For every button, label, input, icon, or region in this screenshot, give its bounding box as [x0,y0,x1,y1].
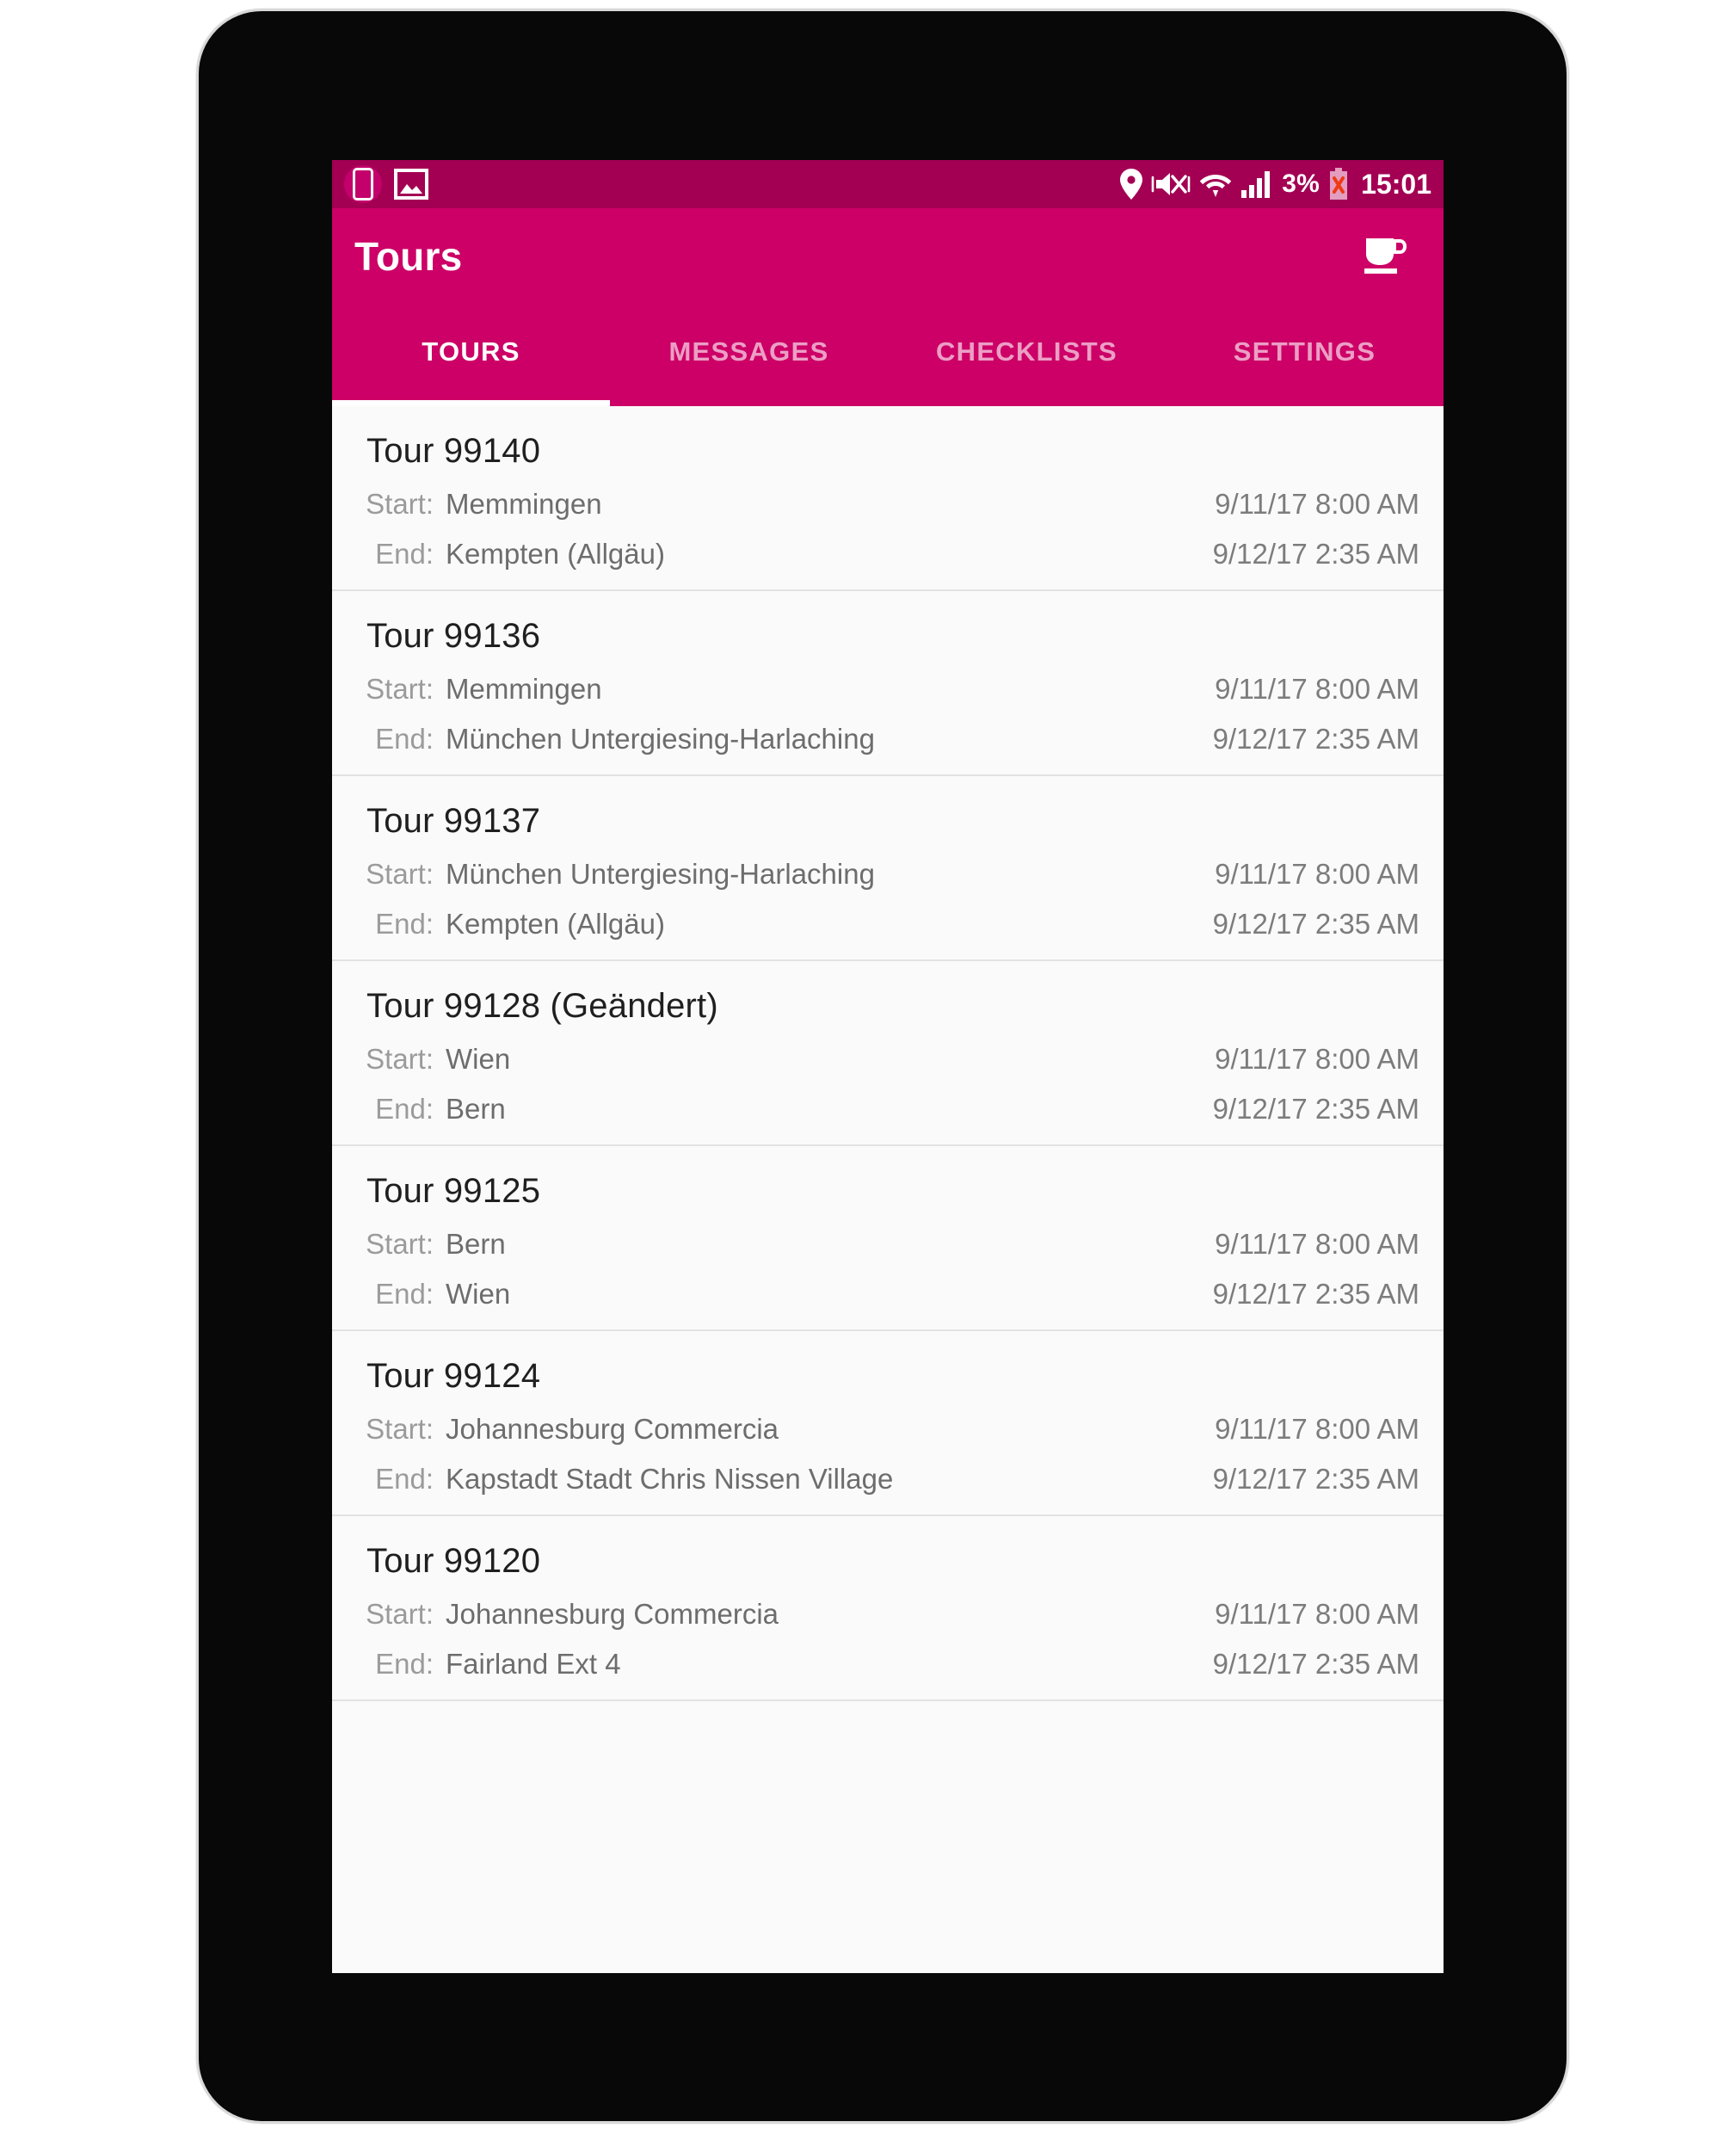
wifi-icon [1199,170,1232,199]
app-bar: Tours [332,208,1444,305]
status-bar-left-icons [344,165,428,203]
end-place: Fairland Ext 4 [446,1648,621,1680]
tour-start-row: Start: Johannesburg Commercia 9/11/17 8:… [344,1598,1431,1631]
tour-end-row: End: München Untergiesing-Harlaching 9/1… [344,723,1431,756]
end-label: End: [375,1463,434,1495]
start-label: Start: [366,858,434,890]
tour-list: Tour 99140 Start: Memmingen 9/11/17 8:00… [332,406,1444,1973]
end-time: 9/12/17 2:35 AM [1212,1463,1419,1495]
end-label: End: [375,538,434,570]
end-label: End: [375,1093,434,1125]
start-time: 9/11/17 8:00 AM [1215,673,1419,705]
tour-start-row: Start: Bern 9/11/17 8:00 AM [344,1228,1431,1261]
tab-messages-label: MESSAGES [668,336,829,367]
tour-title: Tour 99137 [366,802,541,840]
tour-title: Tour 99125 [366,1172,541,1210]
list-empty-space [332,1701,1444,1908]
start-label: Start: [366,1413,434,1445]
tour-title: Tour 99140 [366,432,541,470]
start-place: Memmingen [446,673,602,705]
start-label: Start: [366,1043,434,1075]
tour-end-row: End: Bern 9/12/17 2:35 AM [344,1093,1431,1126]
location-pin-icon [1120,169,1143,200]
tour-list-item[interactable]: Tour 99124 Start: Johannesburg Commercia… [332,1329,1444,1514]
tour-start-row: Start: Wien 9/11/17 8:00 AM [344,1043,1431,1076]
screenshot-image-icon [394,169,428,200]
status-bar-clock: 15:01 [1361,169,1431,200]
page-title: Tours [354,234,463,279]
tour-list-item[interactable]: Tour 99137 Start: München Untergiesing-H… [332,774,1444,959]
coffee-cup-icon [1362,233,1407,281]
start-place: Bern [446,1228,506,1260]
end-place: Kempten (Allgäu) [446,908,665,940]
start-time: 9/11/17 8:00 AM [1215,1043,1419,1075]
end-label: End: [375,723,434,755]
start-place: München Untergiesing-Harlaching [446,858,875,890]
end-place: Bern [446,1093,506,1125]
start-place: Johannesburg Commercia [446,1598,779,1630]
end-time: 9/12/17 2:35 AM [1212,1648,1419,1680]
end-time: 9/12/17 2:35 AM [1212,1278,1419,1310]
tour-end-row: End: Kapstadt Stadt Chris Nissen Village… [344,1463,1431,1496]
tour-list-item[interactable]: Tour 99140 Start: Memmingen 9/11/17 8:00… [332,406,1444,589]
start-time: 9/11/17 8:00 AM [1215,488,1419,520]
tour-title: Tour 99128 (Geändert) [366,987,718,1025]
tour-end-row: End: Fairland Ext 4 9/12/17 2:35 AM [344,1648,1431,1681]
start-time: 9/11/17 8:00 AM [1215,858,1419,890]
tab-tours[interactable]: TOURS [332,305,610,406]
tab-messages[interactable]: MESSAGES [610,305,888,406]
tab-bar: TOURS MESSAGES CHECKLISTS SETTINGS [332,305,1444,406]
tour-list-item[interactable]: Tour 99125 Start: Bern 9/11/17 8:00 AM E… [332,1144,1444,1329]
end-time: 9/12/17 2:35 AM [1212,1093,1419,1125]
tab-tours-label: TOURS [422,336,520,367]
app-bar-actions [1354,226,1414,287]
end-time: 9/12/17 2:35 AM [1212,723,1419,755]
end-time: 9/12/17 2:35 AM [1212,538,1419,570]
end-place: Kempten (Allgäu) [446,538,665,570]
start-time: 9/11/17 8:00 AM [1215,1413,1419,1445]
end-place: Wien [446,1278,511,1310]
end-label: End: [375,1278,434,1310]
sim-card-icon [344,165,382,203]
tab-settings[interactable]: SETTINGS [1166,305,1444,406]
tab-checklists[interactable]: CHECKLISTS [888,305,1166,406]
tab-settings-label: SETTINGS [1233,336,1376,367]
end-place: Kapstadt Stadt Chris Nissen Village [446,1463,894,1495]
start-time: 9/11/17 8:00 AM [1215,1598,1419,1630]
tour-start-row: Start: Memmingen 9/11/17 8:00 AM [344,488,1431,521]
signal-bars-icon [1240,170,1273,199]
phone-screen: 3% 15:01 Tours TOURS MESSAGES CHECKLISTS… [332,160,1444,1973]
tour-list-item[interactable]: Tour 99120 Start: Johannesburg Commercia… [332,1514,1444,1701]
end-label: End: [375,1648,434,1680]
tour-end-row: End: Wien 9/12/17 2:35 AM [344,1278,1431,1311]
start-place: Wien [446,1043,511,1075]
mute-vibrate-icon [1151,170,1191,199]
start-label: Start: [366,673,434,705]
tour-end-row: End: Kempten (Allgäu) 9/12/17 2:35 AM [344,538,1431,571]
start-label: Start: [366,1228,434,1260]
status-bar: 3% 15:01 [332,160,1444,208]
battery-alert-icon [1328,168,1349,200]
end-place: München Untergiesing-Harlaching [446,723,875,755]
tour-list-item[interactable]: Tour 99136 Start: Memmingen 9/11/17 8:00… [332,589,1444,774]
status-bar-right-icons: 3% 15:01 [1120,168,1431,200]
tour-title: Tour 99136 [366,617,541,655]
start-place: Memmingen [446,488,602,520]
tab-checklists-label: CHECKLISTS [935,336,1118,367]
end-time: 9/12/17 2:35 AM [1212,908,1419,940]
tour-end-row: End: Kempten (Allgäu) 9/12/17 2:35 AM [344,908,1431,941]
tour-start-row: Start: Memmingen 9/11/17 8:00 AM [344,673,1431,706]
start-label: Start: [366,1598,434,1630]
tour-title: Tour 99120 [366,1542,541,1580]
start-place: Johannesburg Commercia [446,1413,779,1445]
start-time: 9/11/17 8:00 AM [1215,1228,1419,1260]
tour-title: Tour 99124 [366,1357,541,1395]
coffee-cup-button[interactable] [1354,226,1414,287]
tour-start-row: Start: Johannesburg Commercia 9/11/17 8:… [344,1413,1431,1446]
start-label: Start: [366,488,434,520]
battery-percent-label: 3% [1282,170,1320,198]
end-label: End: [375,908,434,940]
tour-list-item[interactable]: Tour 99128 (Geändert) Start: Wien 9/11/1… [332,959,1444,1144]
tour-start-row: Start: München Untergiesing-Harlaching 9… [344,858,1431,891]
